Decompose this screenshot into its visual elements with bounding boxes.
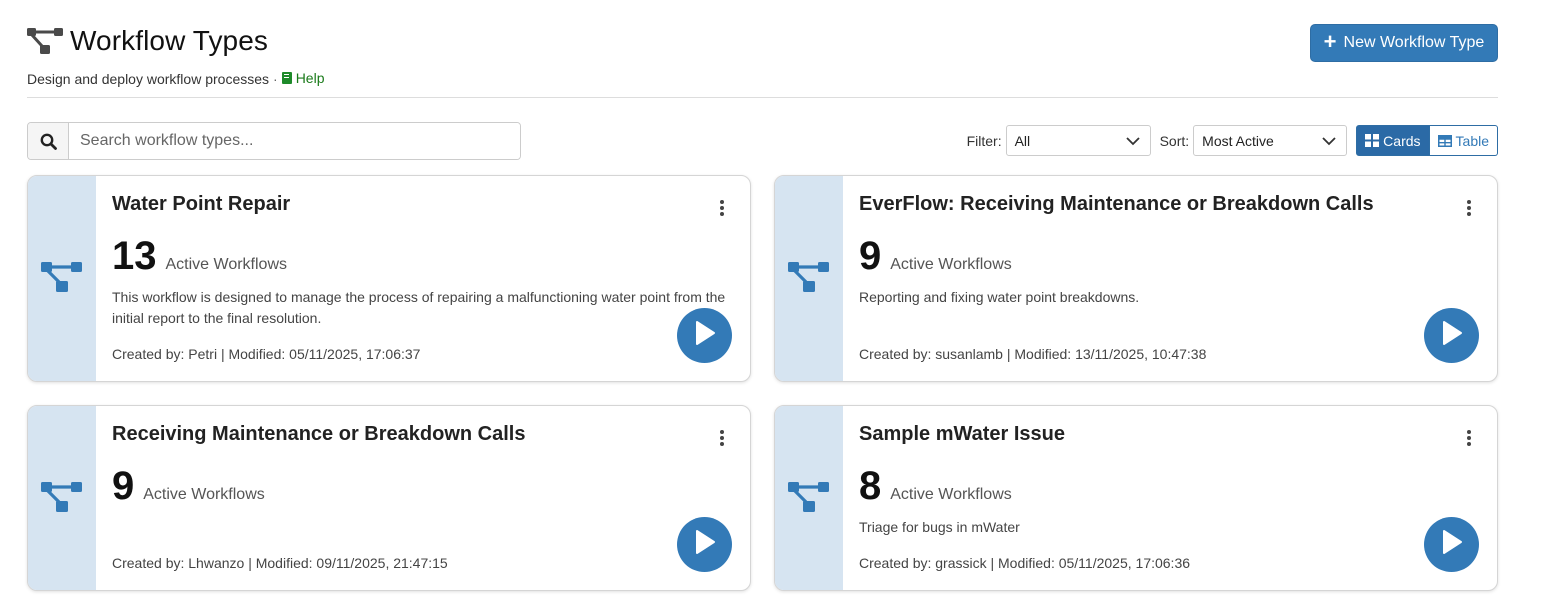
active-workflows-label: Active Workflows — [143, 486, 265, 503]
kebab-menu-icon[interactable] — [718, 200, 726, 216]
new-workflow-type-button[interactable]: + New Workflow Type — [1310, 24, 1498, 62]
kebab-menu-icon[interactable] — [1465, 200, 1473, 216]
page-title: Workflow Types — [70, 25, 268, 56]
sort-value: Most Active — [1202, 132, 1274, 149]
active-workflows-label: Active Workflows — [165, 256, 288, 273]
play-button[interactable] — [1424, 517, 1479, 572]
play-icon — [1441, 320, 1463, 351]
filter-select[interactable]: All — [1005, 125, 1151, 156]
active-workflows-count: 9 — [859, 234, 882, 278]
card-meta: Created by: grassick | Modified: 05/11/2… — [859, 555, 1191, 571]
active-workflows-stat: 13 Active Workflows — [112, 234, 287, 278]
view-toggle: Cards Table — [1356, 125, 1498, 156]
card-meta: Created by: susanlamb | Modified: 13/11/… — [859, 346, 1207, 362]
workflow-icon — [788, 479, 830, 518]
page-subtitle: Design and deploy workflow processes · Hel… — [27, 70, 324, 87]
card-side-panel — [775, 176, 843, 381]
card-meta: Created by: Lhwanzo | Modified: 09/11/20… — [112, 555, 448, 571]
workflow-icon — [41, 479, 83, 518]
book-icon — [281, 72, 292, 84]
header-divider — [27, 97, 1498, 98]
grid-icon — [1365, 134, 1380, 147]
workflow-type-card[interactable]: EverFlow: Receiving Maintenance or Break… — [774, 175, 1498, 382]
chevron-down-icon — [1322, 133, 1336, 149]
filter-label: Filter: — [966, 132, 1002, 149]
list-controls: Filter: All Sort: Most Active Cards Tabl… — [967, 125, 1498, 156]
card-description: Triage for bugs in mWater — [859, 519, 1020, 535]
search-icon — [28, 123, 69, 159]
play-button[interactable] — [677, 308, 732, 363]
play-button[interactable] — [1424, 308, 1479, 363]
subtitle-separator: · — [273, 71, 278, 87]
card-title[interactable]: Receiving Maintenance or Breakdown Calls — [112, 423, 525, 446]
card-title[interactable]: Sample mWater Issue — [859, 423, 1065, 446]
help-link[interactable]: Help — [281, 70, 325, 86]
kebab-menu-icon[interactable] — [1465, 430, 1473, 446]
card-body: Water Point Repair 13 Active Workflows T… — [112, 176, 750, 381]
card-body: Sample mWater Issue 8 Active Workflows T… — [859, 406, 1497, 590]
workflow-type-card[interactable]: Water Point Repair 13 Active Workflows T… — [27, 175, 751, 382]
card-side-panel — [775, 406, 843, 590]
chevron-down-icon — [1125, 133, 1140, 149]
active-workflows-stat: 9 Active Workflows — [112, 464, 265, 508]
subtitle-text: Design and deploy workflow processes — [27, 71, 270, 87]
table-icon — [1437, 134, 1452, 147]
workflow-type-card[interactable]: Receiving Maintenance or Breakdown Calls… — [27, 405, 751, 591]
kebab-menu-icon[interactable] — [718, 430, 726, 446]
active-workflows-stat: 9 Active Workflows — [859, 234, 1012, 278]
filter-value: All — [1014, 132, 1031, 149]
play-button[interactable] — [677, 517, 732, 572]
search-input[interactable] — [69, 123, 520, 159]
view-table-label: Table — [1455, 132, 1489, 149]
card-description: Reporting and fixing water point breakdo… — [859, 289, 1140, 305]
card-description: This workflow is designed to manage the … — [112, 289, 726, 326]
active-workflows-stat: 8 Active Workflows — [859, 464, 1012, 508]
card-body: EverFlow: Receiving Maintenance or Break… — [859, 176, 1497, 381]
page-header: Workflow Types Design and deploy workflo… — [27, 22, 1498, 87]
workflow-icon — [788, 259, 830, 298]
play-icon — [694, 529, 716, 560]
view-cards-label: Cards — [1383, 132, 1421, 149]
workflow-icon — [27, 26, 63, 56]
workflow-type-card[interactable]: Sample mWater Issue 8 Active Workflows T… — [774, 405, 1498, 591]
new-workflow-type-label: New Workflow Type — [1343, 34, 1485, 51]
card-title[interactable]: Water Point Repair — [112, 193, 290, 216]
workflow-icon — [41, 259, 83, 298]
view-cards-button[interactable]: Cards — [1356, 125, 1430, 156]
sort-select[interactable]: Most Active — [1193, 125, 1348, 156]
play-icon — [694, 320, 716, 351]
active-workflows-label: Active Workflows — [890, 486, 1012, 503]
view-table-button[interactable]: Table — [1429, 125, 1498, 156]
card-meta: Created by: Petri | Modified: 05/11/2025… — [112, 346, 421, 362]
active-workflows-count: 13 — [112, 234, 157, 278]
search-group — [27, 122, 521, 160]
title-row: Workflow Types — [27, 22, 1498, 60]
sort-label: Sort: — [1159, 132, 1190, 149]
plus-icon: + — [1323, 29, 1337, 54]
card-side-panel — [28, 406, 96, 590]
active-workflows-count: 9 — [112, 464, 135, 508]
active-workflows-label: Active Workflows — [890, 256, 1012, 273]
help-label: Help — [295, 70, 325, 86]
card-body: Receiving Maintenance or Breakdown Calls… — [112, 406, 750, 590]
active-workflows-count: 8 — [859, 464, 882, 508]
card-side-panel — [28, 176, 96, 381]
play-icon — [1441, 529, 1463, 560]
card-title[interactable]: EverFlow: Receiving Maintenance or Break… — [859, 193, 1374, 216]
